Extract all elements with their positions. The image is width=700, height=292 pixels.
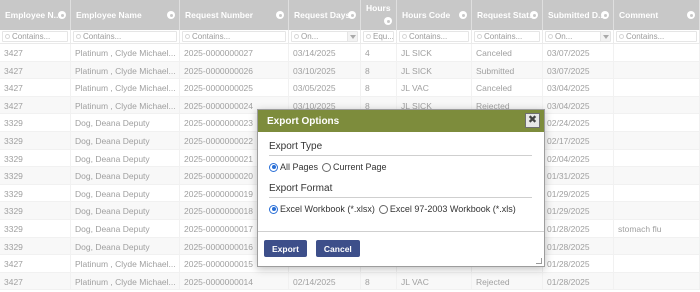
radio-label: Excel Workbook (*.xlsx) (280, 204, 375, 214)
resize-grip-icon[interactable] (536, 258, 542, 264)
export-type-options: All Pages Current Page (269, 162, 532, 172)
export-options-dialog: Export Options ✖ Export Type All Pages Cu… (257, 109, 545, 267)
cancel-button[interactable]: Cancel (315, 240, 360, 257)
radio-label: Excel 97-2003 Workbook (*.xls) (389, 204, 516, 214)
export-format-options: Excel Workbook (*.xlsx) Excel 97-2003 Wor… (269, 204, 532, 214)
radio-label: All Pages (280, 162, 319, 172)
dialog-title-bar: Export Options ✖ (258, 110, 544, 132)
dialog-title: Export Options (267, 116, 340, 127)
radio-button[interactable] (322, 162, 332, 172)
radio-button[interactable] (269, 204, 278, 214)
export-button[interactable]: Export (264, 240, 307, 257)
export-format-heading: Export Format (269, 183, 532, 198)
export-type-option-0[interactable]: All Pages (269, 162, 318, 172)
export-type-heading: Export Type (269, 141, 532, 156)
export-format-option-1[interactable]: Excel 97-2003 Workbook (*.xls) (378, 204, 516, 214)
export-format-option-0[interactable]: Excel Workbook (*.xlsx) (269, 204, 375, 214)
dialog-divider (258, 231, 544, 232)
close-icon[interactable]: ✖ (525, 113, 540, 128)
radio-button[interactable] (378, 204, 388, 214)
radio-button[interactable] (269, 162, 278, 172)
radio-label: Current Page (333, 162, 387, 172)
export-type-option-1[interactable]: Current Page (322, 162, 387, 172)
